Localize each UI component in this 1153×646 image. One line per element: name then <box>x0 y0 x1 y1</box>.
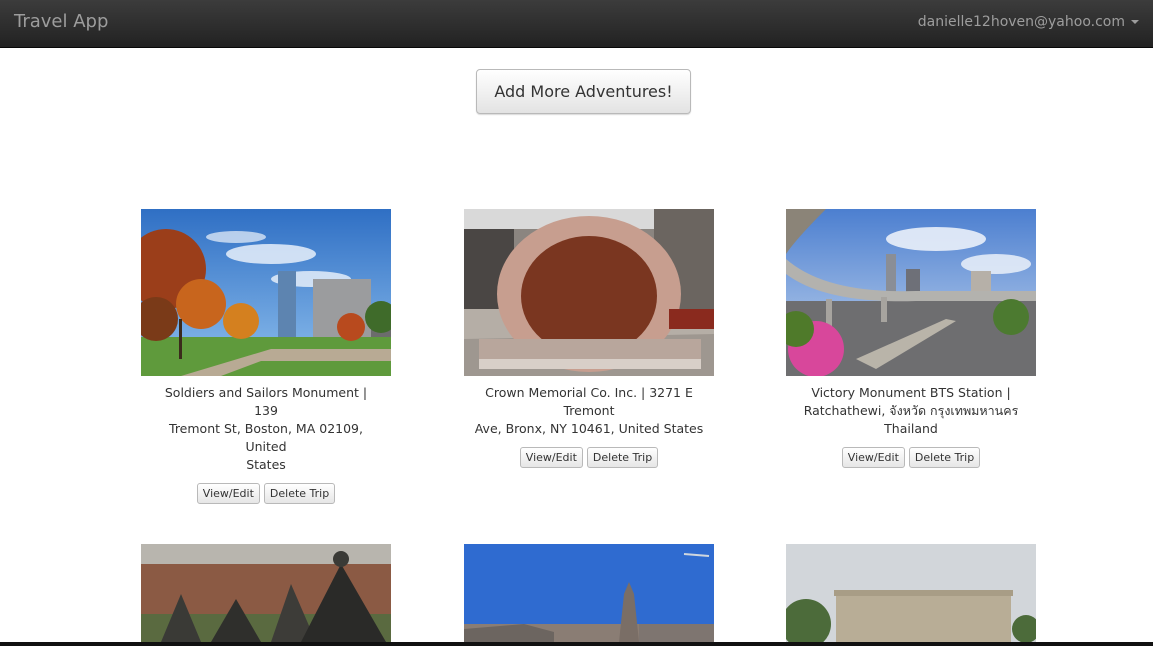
trip-caption-line: Ave, Bronx, NY 10461, United States <box>474 421 704 436</box>
trip-photo <box>786 209 1036 376</box>
trip-caption-line: Tremont St, Boston, MA 02109, United <box>169 421 363 454</box>
trip-card: Soldiers and Sailors Monument | 139 Trem… <box>141 209 391 504</box>
trip-card <box>464 544 714 642</box>
top-navbar: Travel App danielle12hoven@yahoo.com <box>0 0 1153 48</box>
delete-trip-button[interactable]: Delete Trip <box>586 447 659 468</box>
trip-photo <box>141 209 391 376</box>
trip-card <box>141 544 391 642</box>
trip-photo <box>141 544 391 642</box>
user-menu-dropdown[interactable]: danielle12hoven@yahoo.com <box>918 14 1139 30</box>
trip-caption-line: Ratchathewi, จังหวัด กรุงเทพมหานคร <box>803 403 1019 418</box>
delete-trip-button[interactable]: Delete Trip <box>908 447 981 468</box>
trip-caption-line: Soldiers and Sailors Monument | 139 <box>164 385 368 418</box>
trip-card <box>786 544 1036 642</box>
trip-photo <box>464 544 714 642</box>
bottom-edge <box>0 642 1153 646</box>
trip-caption-line: States <box>246 457 286 472</box>
trip-caption: Crown Memorial Co. Inc. | 3271 E Tremont… <box>474 384 704 438</box>
trip-photo <box>464 209 714 376</box>
trip-card: Victory Monument BTS Station | Ratchathe… <box>786 209 1036 468</box>
caret-down-icon <box>1131 20 1139 24</box>
trip-caption: Victory Monument BTS Station | Ratchathe… <box>796 384 1026 438</box>
trip-caption-line: Thailand <box>884 421 938 436</box>
trip-caption-line: Crown Memorial Co. Inc. | 3271 E Tremont <box>485 385 693 418</box>
trip-caption-line: Victory Monument BTS Station | <box>811 385 1011 400</box>
user-email: danielle12hoven@yahoo.com <box>917 14 1125 30</box>
delete-trip-button[interactable]: Delete Trip <box>263 483 336 504</box>
view-edit-button[interactable]: View/Edit <box>196 483 260 504</box>
trip-card: Crown Memorial Co. Inc. | 3271 E Tremont… <box>464 209 714 468</box>
view-edit-button[interactable]: View/Edit <box>519 447 583 468</box>
add-adventures-button[interactable]: Add More Adventures! <box>476 69 691 114</box>
trip-photo <box>786 544 1036 642</box>
brand-link[interactable]: Travel App <box>14 11 108 32</box>
view-edit-button[interactable]: View/Edit <box>841 447 905 468</box>
trip-caption: Soldiers and Sailors Monument | 139 Trem… <box>151 384 381 474</box>
